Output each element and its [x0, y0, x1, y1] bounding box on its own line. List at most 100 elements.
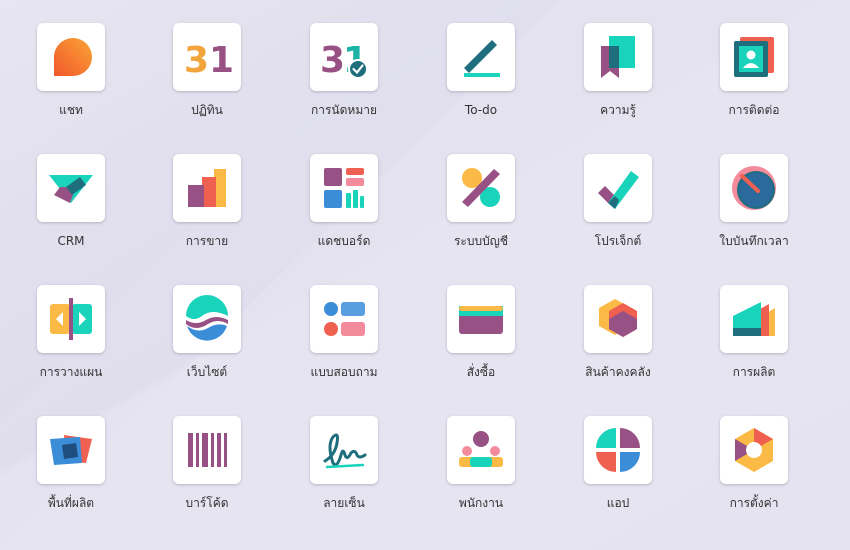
app-tile[interactable] — [584, 23, 652, 91]
app-accounting[interactable]: ระบบบัญชี — [421, 154, 541, 264]
app-tile[interactable] — [173, 416, 241, 484]
svg-text:1: 1 — [209, 40, 232, 81]
app-shop-floor[interactable]: พื้นที่ผลิต — [11, 416, 131, 526]
app-tile[interactable] — [584, 285, 652, 353]
app-label: โปรเจ็กต์ — [594, 234, 642, 248]
calendar-icon: 3 1 — [184, 40, 232, 81]
app-crm[interactable]: CRM — [11, 154, 131, 264]
app-appointment[interactable]: 3 1 การนัดหมาย — [284, 23, 404, 133]
app-planning[interactable]: การวางแผน — [11, 285, 131, 395]
knowledge-icon — [601, 36, 635, 78]
app-tile[interactable] — [37, 154, 105, 222]
timesheet-icon — [732, 166, 776, 210]
sign-icon — [323, 433, 367, 469]
sales-icon — [188, 169, 226, 207]
app-apps[interactable]: แอป — [558, 416, 678, 526]
app-label: การวางแผน — [39, 365, 103, 379]
survey-icon — [324, 302, 365, 336]
app-label: การตั้งค่า — [729, 496, 779, 510]
app-label: แอป — [606, 496, 630, 510]
app-manufacturing[interactable]: การผลิต — [694, 285, 814, 395]
app-tile[interactable] — [37, 285, 105, 353]
app-employees[interactable]: พนักงาน — [421, 416, 541, 526]
app-timesheet[interactable]: ใบบันทึกเวลา — [694, 154, 814, 264]
app-project[interactable]: โปรเจ็กต์ — [558, 154, 678, 264]
app-contacts[interactable]: การติดต่อ — [694, 23, 814, 133]
project-icon — [598, 171, 639, 209]
app-tile[interactable] — [447, 416, 515, 484]
app-tile[interactable] — [447, 154, 515, 222]
app-tile[interactable] — [584, 416, 652, 484]
app-sign[interactable]: ลายเซ็น — [284, 416, 404, 526]
app-tile[interactable] — [447, 23, 515, 91]
app-label: การขาย — [185, 234, 229, 248]
app-label: การติดต่อ — [728, 103, 780, 117]
app-survey[interactable]: แบบสอบถาม — [284, 285, 404, 395]
app-label: เว็บไซต์ — [186, 365, 228, 379]
app-label: สินค้าคงคลัง — [585, 365, 651, 379]
app-label: แบบสอบถาม — [310, 365, 378, 379]
app-website[interactable]: เว็บไซต์ — [147, 285, 267, 395]
planning-icon — [50, 298, 92, 340]
app-label: ความรู้ — [600, 103, 636, 117]
contacts-icon — [734, 37, 774, 77]
app-settings[interactable]: การตั้งค่า — [694, 416, 814, 526]
app-todo[interactable]: To-do — [421, 23, 541, 133]
app-tile[interactable] — [173, 154, 241, 222]
app-label: ลายเซ็น — [323, 496, 365, 510]
settings-icon — [735, 428, 773, 472]
svg-text:3: 3 — [184, 40, 209, 81]
app-tile[interactable] — [37, 23, 105, 91]
app-knowledge[interactable]: ความรู้ — [558, 23, 678, 133]
website-icon — [186, 295, 228, 341]
app-label: แชท — [59, 103, 83, 117]
app-tile[interactable] — [720, 154, 788, 222]
app-label: พนักงาน — [458, 496, 504, 510]
app-tile[interactable] — [584, 154, 652, 222]
app-label: ใบบันทึกเวลา — [719, 234, 789, 248]
accounting-icon — [462, 168, 500, 207]
dashboard-icon — [324, 168, 364, 208]
apps-icon — [596, 428, 640, 472]
app-tile[interactable] — [37, 416, 105, 484]
app-tile[interactable] — [310, 154, 378, 222]
app-calendar[interactable]: 3 1 ปฏิทิน — [147, 23, 267, 133]
app-tile[interactable] — [310, 285, 378, 353]
employees-icon — [459, 431, 503, 467]
app-dashboard[interactable]: แดชบอร์ด — [284, 154, 404, 264]
app-grid: แชท 3 1 ปฏิทิน 3 1 การนัดหมาย — [0, 0, 850, 550]
app-purchase[interactable]: สั่งซื้อ — [421, 285, 541, 395]
app-tile[interactable]: 3 1 — [310, 23, 378, 91]
app-label: แดชบอร์ด — [317, 234, 371, 248]
app-label: ระบบบัญชี — [453, 234, 509, 248]
app-chat[interactable]: แชท — [11, 23, 131, 133]
barcode-icon — [188, 433, 227, 467]
app-tile[interactable] — [173, 285, 241, 353]
app-tile[interactable] — [720, 285, 788, 353]
app-tile[interactable]: 3 1 — [173, 23, 241, 91]
inventory-icon — [599, 299, 637, 337]
manufacturing-icon — [733, 302, 775, 336]
app-label: ปฏิทิน — [191, 103, 223, 117]
app-label: บาร์โค้ด — [185, 496, 229, 510]
app-tile[interactable] — [310, 416, 378, 484]
todo-icon — [464, 40, 500, 77]
app-label: การนัดหมาย — [310, 103, 378, 117]
app-tile[interactable] — [720, 23, 788, 91]
crm-icon — [49, 175, 93, 203]
chat-icon — [54, 38, 92, 76]
app-label: การผลิต — [732, 365, 776, 379]
app-label: พื้นที่ผลิต — [47, 496, 95, 510]
svg-text:3: 3 — [320, 40, 345, 81]
app-label: สั่งซื้อ — [466, 365, 496, 379]
app-sales[interactable]: การขาย — [147, 154, 267, 264]
shop-floor-icon — [50, 435, 92, 465]
app-barcode[interactable]: บาร์โค้ด — [147, 416, 267, 526]
app-inventory[interactable]: สินค้าคงคลัง — [558, 285, 678, 395]
app-tile[interactable] — [447, 285, 515, 353]
app-tile[interactable] — [720, 416, 788, 484]
app-label: To-do — [464, 103, 498, 117]
appointment-icon: 3 1 — [320, 40, 368, 81]
app-label: CRM — [57, 234, 85, 248]
purchase-icon — [459, 306, 503, 334]
